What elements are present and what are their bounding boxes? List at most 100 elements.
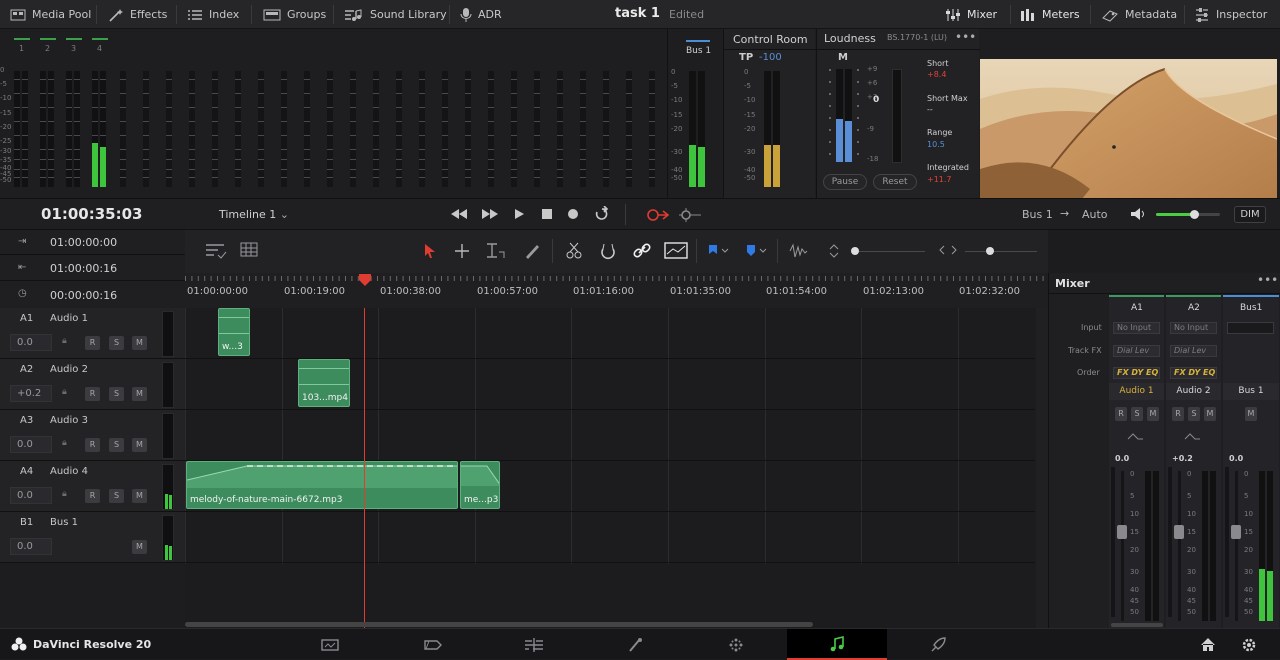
meters-toggle[interactable]: Meters	[1020, 0, 1080, 29]
solo-button[interactable]: S	[109, 387, 124, 401]
audio-clip[interactable]: me...p3	[460, 461, 500, 509]
fader-track[interactable]	[1121, 471, 1124, 621]
vertical-scrollbar[interactable]	[1036, 308, 1048, 628]
input-selector[interactable]	[1227, 322, 1274, 334]
track-volume[interactable]: 0.0	[10, 436, 52, 453]
record-arm-button[interactable]: R	[1115, 407, 1127, 421]
fairlight-page-icon[interactable]	[787, 629, 887, 660]
record-arm-button[interactable]: R	[1172, 407, 1184, 421]
fader-gain[interactable]: 0.0	[1229, 454, 1243, 463]
record-icon[interactable]	[567, 208, 579, 220]
timeline-tracks[interactable]: w...3 103...mp4 melody-of-nature-main-66…	[185, 308, 1048, 628]
dim-button[interactable]: DIM	[1234, 206, 1266, 223]
record-arm-button[interactable]: R	[85, 387, 100, 401]
input-selector[interactable]: No Input	[1170, 322, 1217, 334]
solo-button[interactable]: S	[1188, 407, 1200, 421]
home-icon[interactable]	[1200, 637, 1216, 652]
marker-icon[interactable]	[745, 244, 769, 258]
waveform-zoom-icon[interactable]	[789, 242, 813, 260]
solo-button[interactable]: S	[109, 489, 124, 503]
metadata-toggle[interactable]: Metadata	[1101, 0, 1177, 29]
horizontal-zoom-icon[interactable]	[939, 244, 957, 256]
inspector-toggle[interactable]: Inspector	[1194, 0, 1267, 29]
media-pool-button[interactable]: Media Pool	[10, 0, 91, 29]
out-point-timecode[interactable]: 01:00:00:16	[50, 262, 117, 275]
fader-track[interactable]	[1178, 471, 1181, 621]
audio-clip[interactable]: 103...mp4	[298, 359, 350, 407]
track-name[interactable]: Bus 1	[50, 517, 78, 528]
mute-button[interactable]: M	[132, 489, 147, 503]
lock-icon[interactable]: 🔒︎	[62, 387, 72, 399]
fader-gain[interactable]: +0.2	[1172, 454, 1193, 463]
master-volume-slider[interactable]	[1156, 210, 1220, 219]
playhead-handle[interactable]	[358, 273, 372, 287]
mute-button[interactable]: M	[132, 438, 147, 452]
edit-page-icon[interactable]	[484, 629, 584, 660]
link-icon[interactable]	[633, 242, 651, 260]
fader-gain[interactable]: 0.0	[1115, 454, 1129, 463]
reset-button[interactable]: Reset	[873, 174, 917, 190]
mixer-toggle[interactable]: Mixer	[945, 0, 997, 29]
stop-icon[interactable]	[541, 208, 553, 220]
record-arm-button[interactable]: R	[85, 489, 100, 503]
sound-library-button[interactable]: Sound Library	[344, 0, 447, 29]
audio-clip[interactable]: melody-of-nature-main-6672.mp3	[186, 461, 458, 509]
horizontal-scrollbar[interactable]	[185, 622, 813, 627]
play-icon[interactable]	[513, 208, 525, 220]
selection-tool-icon[interactable]	[423, 243, 437, 259]
track-name[interactable]: Audio 4	[50, 466, 88, 477]
effects-button[interactable]: Effects	[108, 0, 167, 29]
effects-order[interactable]: FX DY EQ	[1113, 367, 1160, 379]
fader-track[interactable]	[1235, 471, 1238, 621]
range-select-icon[interactable]	[454, 243, 470, 259]
track-fx-slot[interactable]: Dial Lev	[1113, 345, 1160, 357]
mixer-options-icon[interactable]: •••	[1257, 273, 1278, 287]
track-header-a4[interactable]: A4 Audio 4 0.0 🔒︎ R S M	[0, 461, 185, 512]
horizontal-zoom-slider[interactable]	[965, 247, 1037, 255]
automation-settings-icon[interactable]	[679, 206, 703, 224]
mute-button[interactable]: M	[1204, 407, 1216, 421]
in-point-timecode[interactable]: 01:00:00:00	[50, 236, 117, 249]
track-layout-icon[interactable]	[205, 243, 227, 259]
playhead[interactable]	[364, 308, 365, 628]
fusion-page-icon[interactable]	[585, 629, 685, 660]
track-header-a1[interactable]: A1 Audio 1 0.0 🔒︎ R S M	[0, 308, 185, 359]
automation-mode[interactable]: Auto	[1082, 208, 1108, 221]
track-volume[interactable]: +0.2	[10, 385, 52, 402]
snapping-icon[interactable]	[599, 242, 617, 260]
record-arm-button[interactable]: R	[85, 438, 100, 452]
track-header-b1[interactable]: B1 Bus 1 0.0 M	[0, 512, 185, 563]
effects-order[interactable]: FX DY EQ	[1170, 367, 1217, 379]
edit-trim-icon[interactable]	[485, 242, 509, 260]
pan-icon[interactable]	[1127, 431, 1145, 443]
adr-button[interactable]: ADR	[460, 0, 502, 29]
gear-icon[interactable]	[1241, 637, 1257, 653]
index-button[interactable]: Index	[187, 0, 239, 29]
grid-icon[interactable]	[240, 242, 258, 258]
track-header-a2[interactable]: A2 Audio 2 +0.2 🔒︎ R S M	[0, 359, 185, 410]
lock-icon[interactable]: 🔒︎	[62, 336, 72, 348]
audio-clip[interactable]: w...3	[218, 308, 250, 356]
volume-knob[interactable]	[1190, 210, 1200, 219]
automation-curve-icon[interactable]	[664, 242, 688, 260]
lock-icon[interactable]: 🔒︎	[62, 438, 72, 450]
vertical-zoom-slider[interactable]	[851, 247, 925, 255]
pause-button[interactable]: Pause	[823, 174, 867, 190]
track-header-a3[interactable]: A3 Audio 3 0.0 🔒︎ R S M	[0, 410, 185, 461]
timeline-ruler[interactable]: 01:00:00:00 01:00:19:00 01:00:38:00 01:0…	[185, 273, 1048, 308]
fast-forward-icon[interactable]	[481, 208, 499, 220]
mute-button[interactable]: M	[132, 387, 147, 401]
track-name[interactable]: Audio 2	[50, 364, 88, 375]
vertical-zoom-icon[interactable]	[829, 243, 839, 259]
solo-button[interactable]: S	[109, 336, 124, 350]
pan-icon[interactable]	[1184, 431, 1202, 443]
timecode-display[interactable]: 01:00:35:03	[41, 205, 143, 223]
groups-button[interactable]: Groups	[263, 0, 326, 29]
mute-button[interactable]: M	[1245, 407, 1257, 421]
mixer-scrollbar[interactable]	[1111, 623, 1163, 627]
track-name[interactable]: Audio 1	[50, 313, 88, 324]
loop-icon[interactable]	[593, 206, 611, 222]
mute-button[interactable]: M	[132, 540, 147, 554]
track-volume[interactable]: 0.0	[10, 334, 52, 351]
mute-button[interactable]: M	[1147, 407, 1159, 421]
